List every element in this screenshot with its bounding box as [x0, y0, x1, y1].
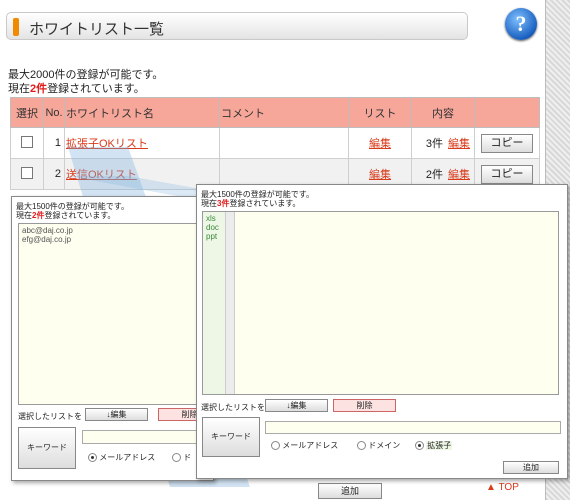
radio-domain[interactable]: [357, 441, 366, 451]
edit-button[interactable]: ↓編集: [85, 408, 148, 421]
radio-domain[interactable]: [172, 453, 181, 463]
list-edit-link[interactable]: 編集: [369, 169, 391, 181]
table-header-row: 選択 No. ホワイトリスト名 コメント リスト 内容: [10, 97, 540, 128]
panel-count-text: 現在3件登録されています。: [201, 199, 301, 208]
row-comment: [219, 127, 349, 159]
row-no: 2: [43, 158, 65, 190]
list-item[interactable]: efg@daj.co.jp: [22, 235, 206, 244]
list-scrollbar[interactable]: [225, 212, 235, 394]
radio-extension[interactable]: [415, 441, 424, 451]
keyword-button[interactable]: キーワード: [18, 427, 76, 469]
row-select-checkbox[interactable]: [21, 166, 33, 179]
selected-list-label: 選択したリストを: [18, 412, 82, 421]
radio-domain-option[interactable]: ド: [172, 452, 191, 463]
radio-email-option[interactable]: メールアドレス: [271, 440, 338, 451]
list-item[interactable]: xls: [206, 214, 219, 223]
registered-count-text: 現在2件登録されています。: [8, 83, 145, 95]
copy-button[interactable]: コピー: [481, 133, 533, 153]
extension-list-panel: 最大1500件の登録が可能です。 現在3件登録されています。 xls doc p…: [196, 184, 568, 479]
col-list: リスト: [348, 97, 412, 128]
add-button[interactable]: 追加: [503, 461, 559, 474]
row-no: 1: [43, 127, 65, 159]
bottom-add-button[interactable]: 追加: [318, 483, 382, 499]
page-title-bar: ホワイトリスト一覧: [6, 12, 468, 40]
col-select: 選択: [10, 97, 44, 128]
top-link[interactable]: ▲ TOP: [486, 482, 519, 493]
title-accent: [13, 18, 19, 36]
content-edit-link[interactable]: 編集: [448, 138, 470, 150]
selected-list-label: 選択したリストを: [201, 403, 265, 412]
list-edit-link[interactable]: 編集: [369, 138, 391, 150]
col-no: No.: [43, 97, 65, 128]
delete-button[interactable]: 削除: [333, 399, 396, 412]
extension-list-box[interactable]: xls doc ppt: [202, 211, 559, 395]
table-row: 1 拡張子OKリスト 編集 3件 編集 コピー: [10, 127, 540, 159]
whitelist-name-link[interactable]: 拡張子OKリスト: [66, 138, 148, 150]
whitelist-table: 選択 No. ホワイトリスト名 コメント リスト 内容 1 拡張子OKリスト 編…: [10, 97, 540, 190]
list-item[interactable]: doc: [206, 223, 219, 232]
radio-extension-option[interactable]: 拡張子: [415, 440, 453, 451]
page-title: ホワイトリスト一覧: [29, 21, 165, 38]
col-name: ホワイトリスト名: [64, 97, 220, 128]
keyword-input[interactable]: [82, 430, 214, 444]
help-icon[interactable]: ?: [505, 8, 537, 40]
list-item[interactable]: ppt: [206, 232, 219, 241]
radio-email[interactable]: [271, 441, 280, 451]
panel-count-text: 現在2件登録されています。: [16, 211, 116, 220]
col-content: 内容: [411, 97, 475, 128]
email-list-box[interactable]: abc@daj.co.jp efg@daj.co.jp: [18, 223, 210, 405]
extension-items: xls doc ppt: [206, 214, 219, 241]
keyword-input[interactable]: [265, 421, 561, 434]
email-list-panel: 最大1500件の登録が可能です。 現在2件登録されています。 abc@daj.c…: [11, 196, 221, 481]
copy-button[interactable]: コピー: [481, 164, 533, 184]
keyword-button[interactable]: キーワード: [202, 417, 260, 457]
radio-domain-option[interactable]: ドメイン: [357, 440, 400, 451]
content-edit-link[interactable]: 編集: [448, 169, 470, 181]
registered-count: 2件: [30, 83, 48, 95]
col-actions: [474, 97, 540, 128]
col-comment: コメント: [219, 97, 349, 128]
edit-button[interactable]: ↓編集: [265, 399, 328, 412]
radio-email-option[interactable]: メールアドレス: [88, 452, 155, 463]
row-count: 3件: [411, 127, 444, 159]
row-select-checkbox[interactable]: [21, 135, 33, 148]
radio-email[interactable]: [88, 453, 97, 463]
list-item[interactable]: abc@daj.co.jp: [22, 226, 206, 235]
whitelist-name-link[interactable]: 送信OKリスト: [66, 169, 137, 181]
